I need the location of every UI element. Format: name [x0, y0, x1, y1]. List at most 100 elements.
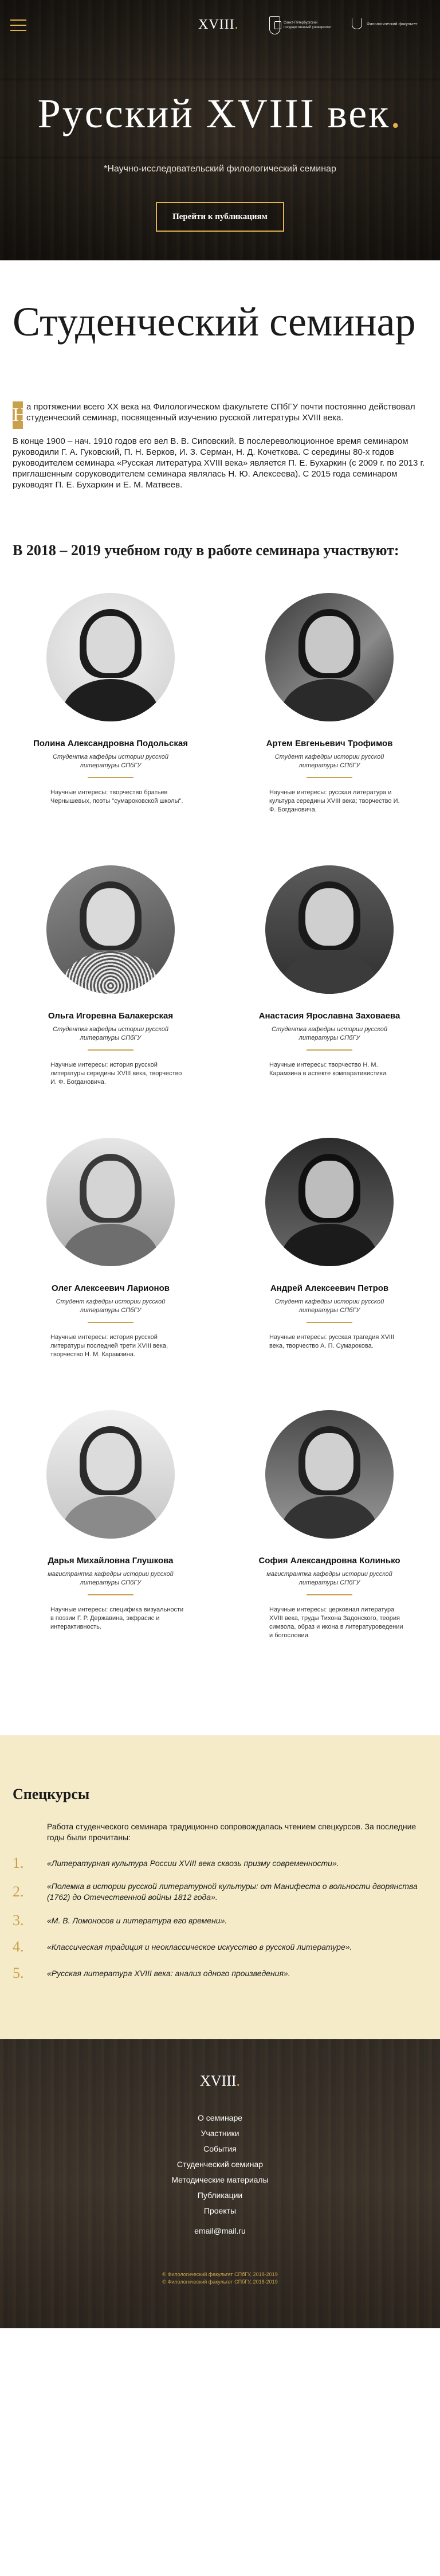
history-text: В конце 1900 – нач. 1910 годов его вел В…: [13, 436, 425, 490]
course-title: «Полемка в истории русской литературной …: [47, 1882, 418, 1902]
publications-button[interactable]: Перейти к публикациям: [156, 202, 284, 232]
hero-section: XVIII. Санкт-Петербургский государственн…: [0, 0, 440, 260]
spbgu-logo[interactable]: Санкт-Петербургский государственный унив…: [269, 15, 338, 36]
course-number: 5.: [13, 1965, 24, 1981]
course-title: «Русская литература XVIII века: анализ о…: [47, 1968, 290, 1978]
course-item: 3. «М. В. Ломоносов и литература его врем…: [13, 1912, 427, 1929]
footer-link-events[interactable]: События: [0, 2144, 440, 2154]
spbgu-logo-text: Санкт-Петербургский государственный унив…: [284, 21, 332, 29]
hero-title: Русский XVIII век.: [37, 91, 403, 136]
participant-card: Олег Алексеевич Ларионов Студент кафедры…: [13, 1138, 209, 1410]
footer-link-publications[interactable]: Публикации: [0, 2190, 440, 2200]
participant-photo: [265, 865, 394, 994]
participant-role: Студент кафедры истории русской литерату…: [274, 754, 384, 769]
participant-photo: [265, 1410, 394, 1539]
spbgu-crest-icon: [269, 16, 282, 34]
participant-interests: Научные интересы: творчество братьев Чер…: [50, 789, 183, 805]
participant-photo: [46, 865, 175, 994]
participant-interests: Научные интересы: русская трагедия XVIII…: [269, 1334, 395, 1349]
participant-photo: [46, 1410, 175, 1539]
site-logo[interactable]: XVIII.: [198, 17, 239, 33]
special-courses-lead: Работа студенческого семинара традиционн…: [47, 1822, 417, 1842]
participant-role: Студент кафедры истории русской литерату…: [56, 1298, 166, 1314]
divider: [88, 777, 133, 778]
participant-name: Олег Алексеевич Ларионов: [52, 1283, 170, 1293]
participant-name: Андрей Алексеевич Петров: [270, 1283, 389, 1293]
footer-copyright: © Филологический факультет СПбГУ, 2018-2…: [162, 2271, 278, 2285]
participant-interests: Научные интересы: история русской литера…: [50, 1334, 168, 1358]
course-item: 4. «Классическая традиция и неоклассическ…: [13, 1938, 427, 1956]
participant-card: Дарья Михайловна Глушкова магистрантка к…: [13, 1410, 209, 1683]
footer-logo[interactable]: XVIII.: [0, 2072, 440, 2090]
participant-card: Анастасия Ярославна Заховаева Студентка …: [231, 865, 427, 1138]
faculty-logo-text: Филологический факультет: [367, 22, 418, 26]
participant-card: Андрей Алексеевич Петров Студент кафедры…: [231, 1138, 427, 1410]
faculty-logo[interactable]: Филологический факультет: [349, 17, 418, 31]
participant-interests: Научные интересы: творчество Н. М. Карам…: [269, 1061, 388, 1077]
participant-role: Студентка кафедры истории русской литера…: [53, 1026, 168, 1041]
footer-link-about[interactable]: О семинаре: [0, 2113, 440, 2123]
dropcap: Н: [13, 401, 27, 429]
participant-role: Студентка кафедры истории русской литера…: [272, 1026, 387, 1041]
course-number: 1.: [13, 1855, 24, 1871]
footer-link-materials[interactable]: Методические материалы: [0, 2175, 440, 2185]
divider: [88, 1322, 133, 1323]
footer-email[interactable]: email@mail.ru: [0, 2226, 440, 2235]
course-item: 1. «Литературная культура России XVIII ве…: [13, 1855, 427, 1872]
footer-link-student-seminar[interactable]: Студенческий семинар: [0, 2159, 440, 2169]
participant-photo: [46, 1138, 175, 1266]
divider: [307, 777, 352, 778]
courses-list: 1. «Литературная культура России XVIII ве…: [13, 1855, 427, 1982]
footer-nav: О семинаре Участники События Студенчески…: [0, 2113, 440, 2216]
participant-name: Полина Александровна Подольская: [33, 739, 188, 748]
top-bar: XVIII. Санкт-Петербургский государственн…: [0, 0, 440, 52]
participant-photo: [265, 593, 394, 721]
divider: [307, 1322, 352, 1323]
participant-interests: Научные интересы: история русской литера…: [50, 1061, 182, 1086]
special-courses-section: Спецкурсы Работа студенческого семинара …: [0, 1735, 440, 2039]
course-item: 5. «Русская литература XVIII века: анализ…: [13, 1965, 427, 1982]
participant-card: Полина Александровна Подольская Студентк…: [13, 593, 209, 865]
participant-card: Ольга Игоревна Балакерская Студентка каф…: [13, 865, 209, 1138]
footer-link-participants[interactable]: Участники: [0, 2128, 440, 2138]
divider: [307, 1594, 352, 1595]
intro-text: а протяжении всего XX века на Филологиче…: [26, 402, 415, 423]
seminar-intro: Н а протяжении всего XX века на Филологи…: [13, 401, 427, 429]
footer-link-projects[interactable]: Проекты: [0, 2206, 440, 2216]
participant-card: Артем Евгеньевич Трофимов Студент кафедр…: [231, 593, 427, 865]
menu-icon[interactable]: [10, 19, 26, 31]
participants-grid: Полина Александровна Подольская Студентк…: [13, 593, 427, 1683]
participant-photo: [46, 593, 175, 721]
seminar-section: Студенческий семинар Н а протяжении всег…: [0, 260, 440, 1683]
course-title: «М. В. Ломоносов и литература его времен…: [47, 1915, 227, 1925]
participant-role: магистрантка кафедры истории русской лит…: [48, 1571, 174, 1586]
course-item: 2. «Полемка в истории русской литературно…: [13, 1881, 427, 1903]
course-title: «Классическая традиция и неоклассическое…: [47, 1942, 352, 1951]
participant-name: София Александровна Колинько: [258, 1556, 400, 1566]
participants-title: В 2018 – 2019 учебном году в работе семи…: [13, 542, 399, 559]
divider: [307, 1049, 352, 1051]
participant-role: Студент кафедры истории русской литерату…: [274, 1298, 384, 1314]
participant-interests: Научные интересы: русская литература и к…: [269, 789, 400, 813]
participant-interests: Научные интересы: специфика визуальности…: [50, 1606, 184, 1630]
participant-name: Анастасия Ярославна Заховаева: [258, 1011, 400, 1021]
participant-name: Артем Евгеньевич Трофимов: [266, 739, 393, 748]
course-number: 3.: [13, 1912, 24, 1929]
course-number: 4.: [13, 1938, 24, 1955]
participant-name: Дарья Михайловна Глушкова: [48, 1556, 174, 1566]
participant-name: Ольга Игоревна Балакерская: [48, 1011, 174, 1021]
participant-photo: [265, 1138, 394, 1266]
faculty-mark-icon: [349, 17, 363, 31]
participant-card: София Александровна Колинько магистрантк…: [231, 1410, 427, 1683]
footer: XVIII. О семинаре Участники События Студ…: [0, 2039, 440, 2328]
seminar-title: Студенческий семинар: [13, 299, 416, 345]
divider: [88, 1594, 133, 1595]
course-title: «Литературная культура России XVIII века…: [47, 1858, 339, 1868]
participant-interests: Научные интересы: церковная литература X…: [269, 1606, 403, 1639]
participant-role: магистрантка кафедры истории русской лит…: [266, 1571, 392, 1586]
special-courses-title: Спецкурсы: [13, 1786, 90, 1802]
hero-subtitle: *Научно-исследовательский филологический…: [104, 164, 336, 174]
course-number: 2.: [13, 1883, 24, 1900]
participant-role: Студентка кафедры истории русской литера…: [53, 754, 168, 769]
divider: [88, 1049, 133, 1051]
